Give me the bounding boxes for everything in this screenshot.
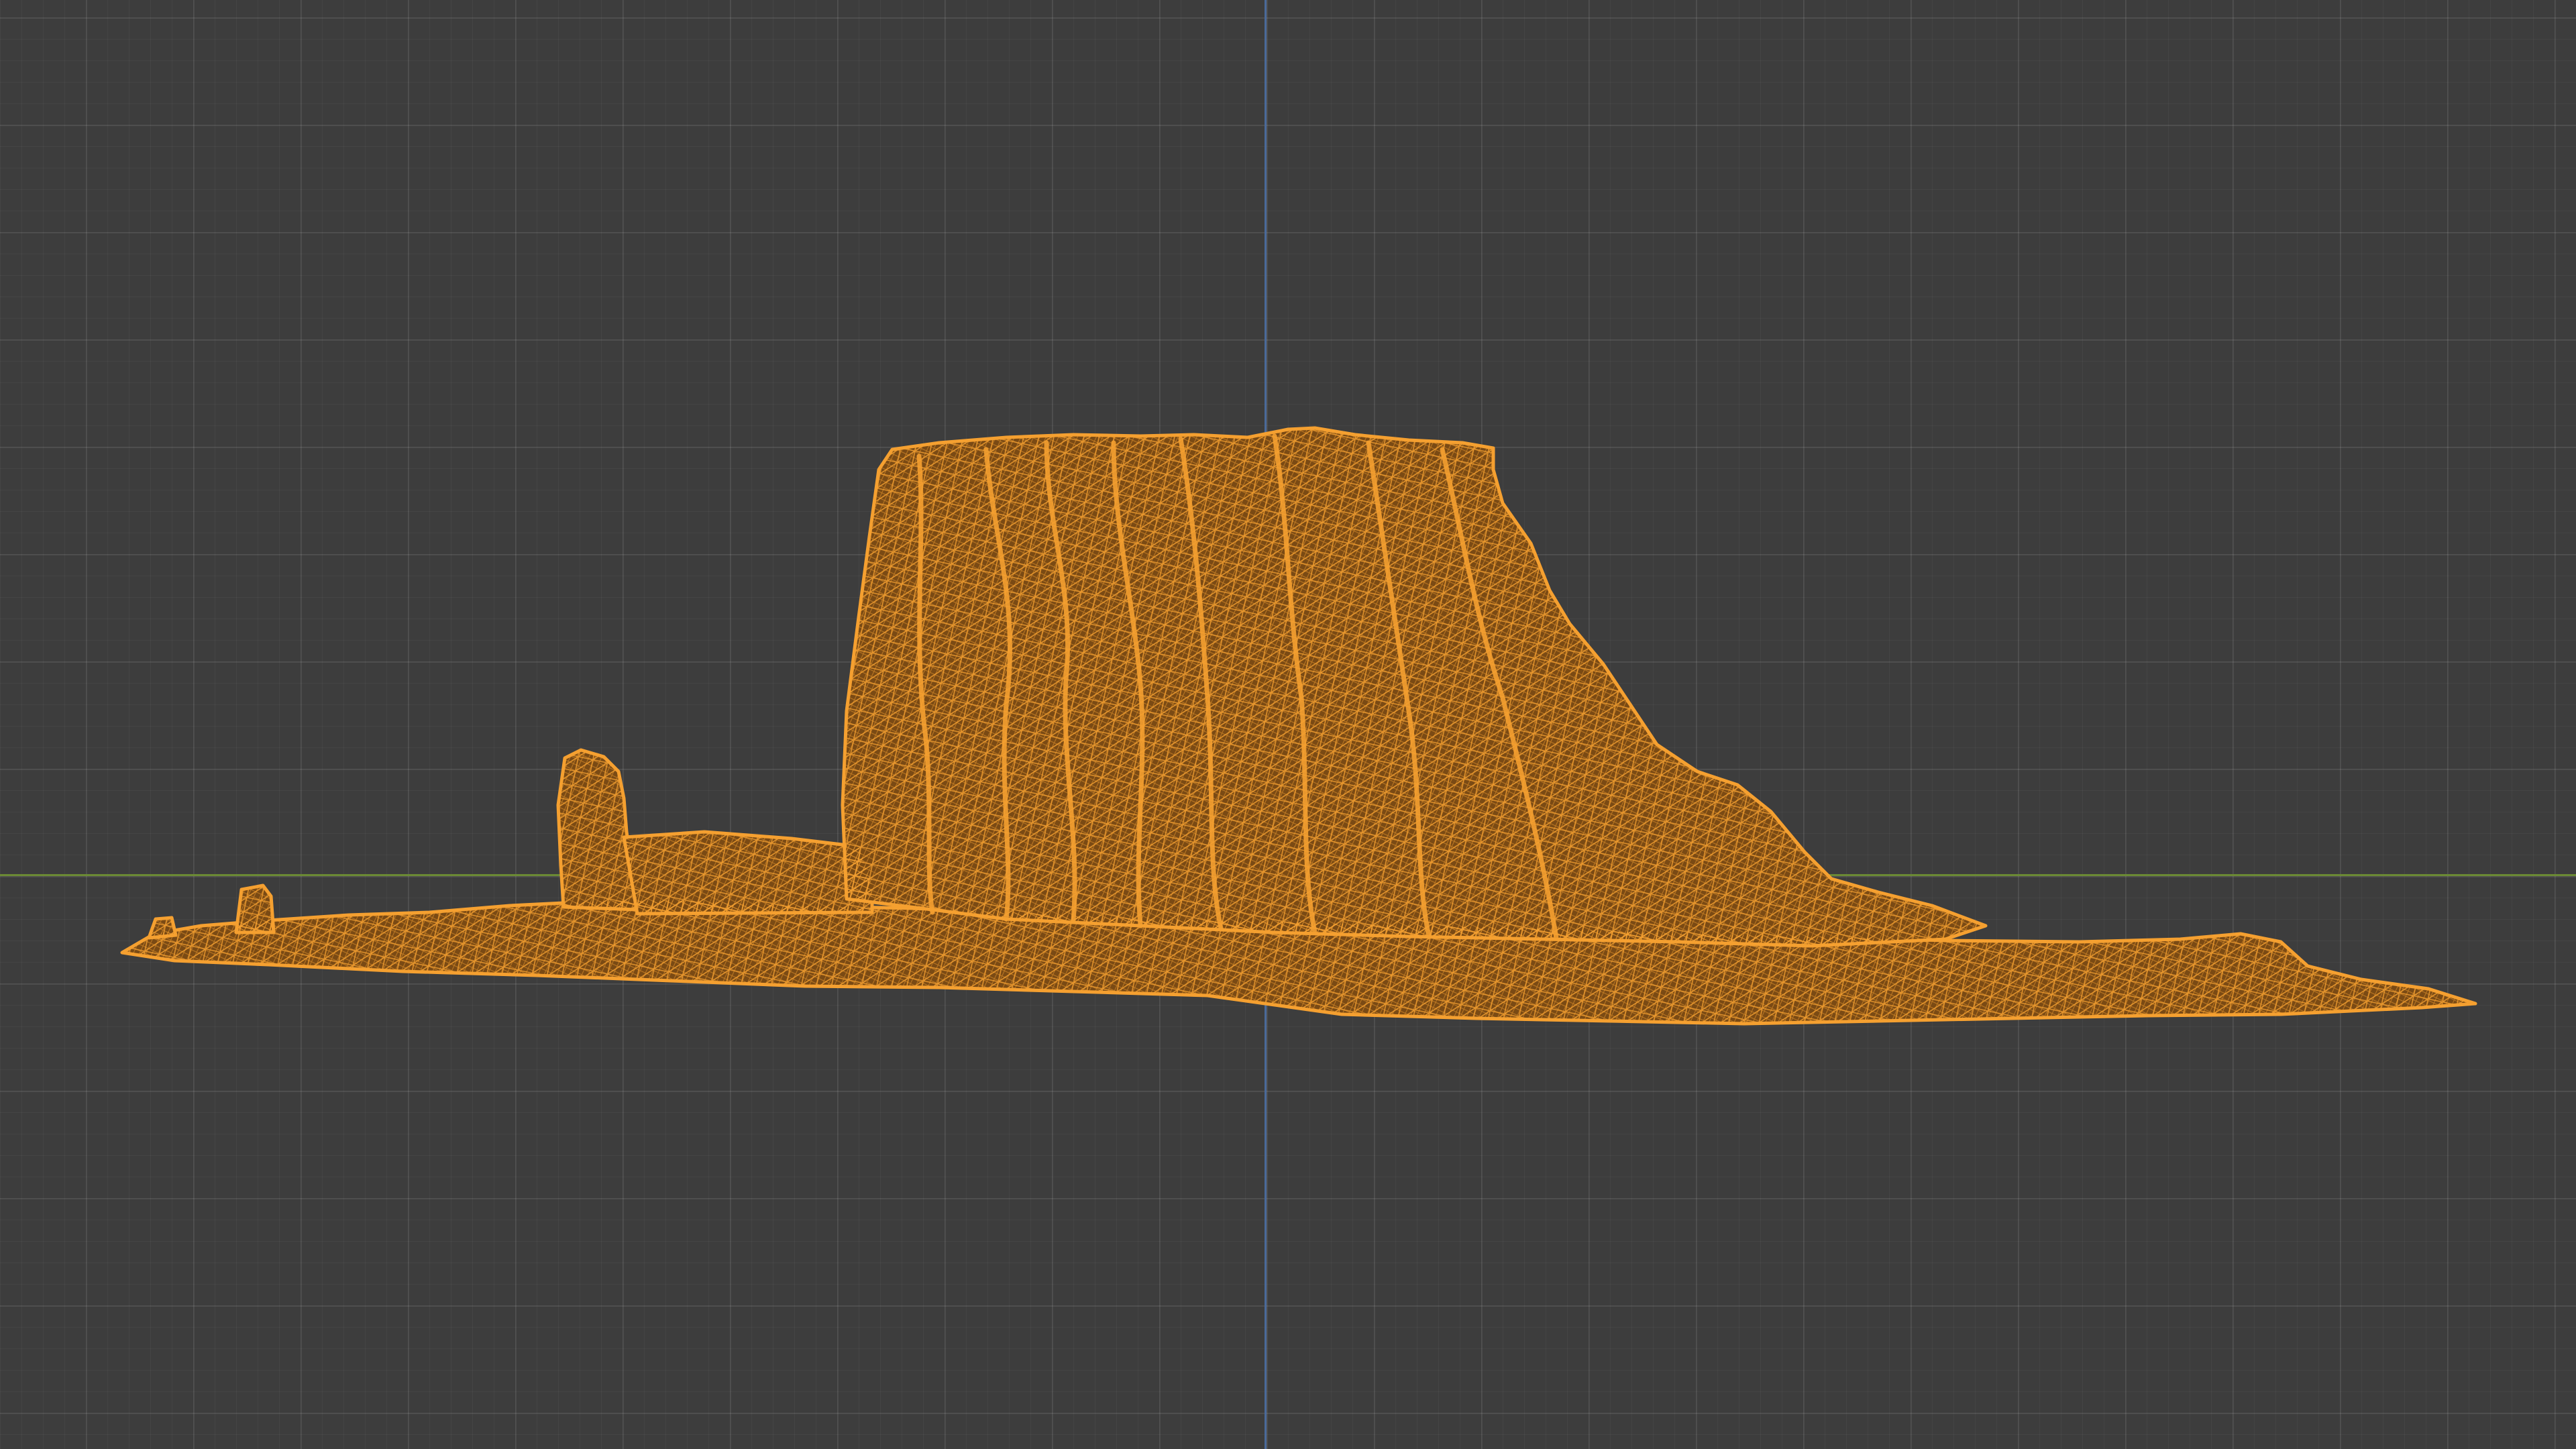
mesh-wire-overlay-fine [624,832,872,914]
mesh-wire-overlay-fine [843,428,1986,946]
mesa-rock-mesh[interactable] [120,426,2477,1026]
wireframe-mesh-viewport-layer [120,426,2477,1026]
mesh-wire-overlay-fine [236,885,274,932]
3d-viewport[interactable] [0,0,2576,1449]
mesh-wire-overlay-fine [558,750,637,910]
mesh-wire-overlay-fine [149,918,176,938]
